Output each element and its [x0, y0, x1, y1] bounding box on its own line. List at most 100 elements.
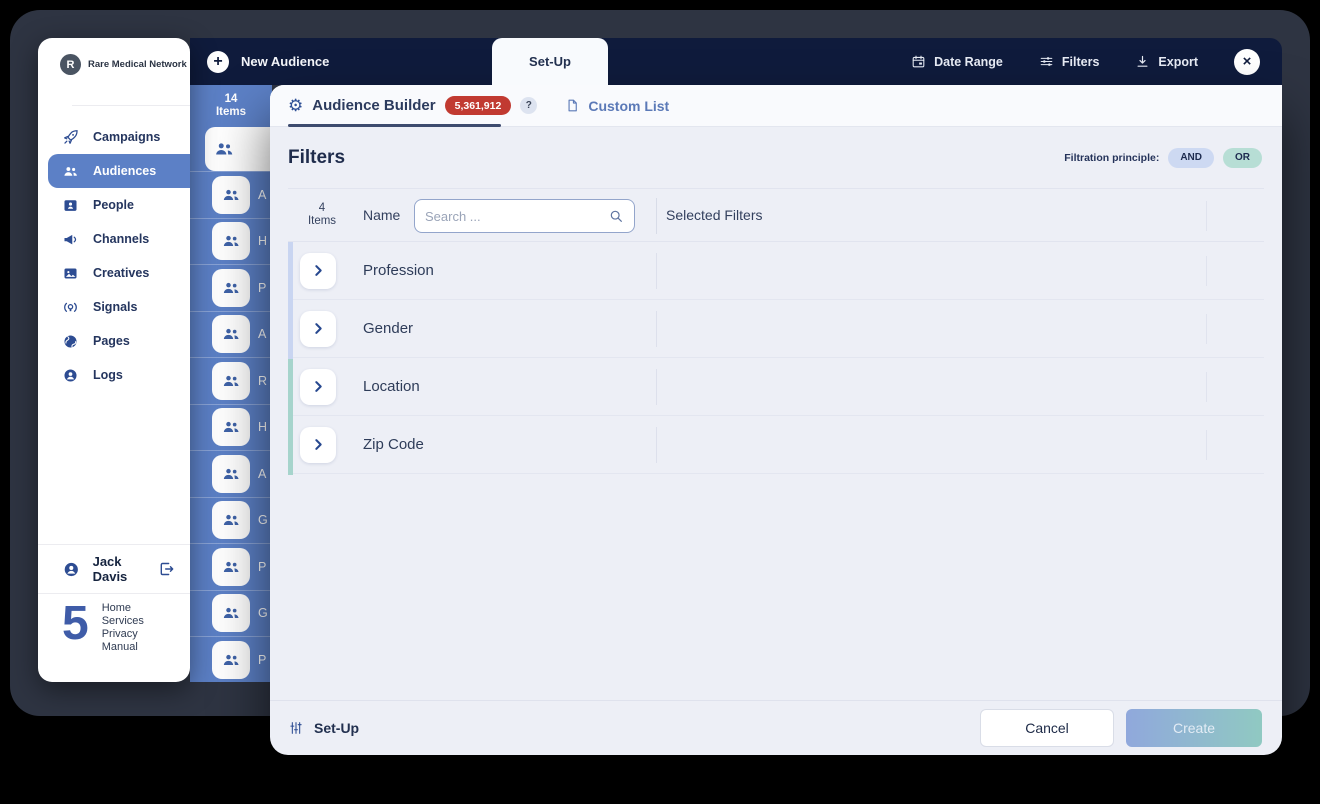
- sidebar-item-signals[interactable]: Signals: [38, 290, 190, 324]
- audience-item-tile[interactable]: [212, 269, 250, 307]
- plus-icon: +: [207, 51, 229, 73]
- filter-row-zip-code: Zip Code: [288, 416, 1264, 474]
- audience-item-label: G: [258, 513, 268, 527]
- audience-item-label: H: [258, 420, 267, 434]
- filtration-principle: Filtration principle: AND OR: [1064, 148, 1262, 168]
- sidebar-item-pages[interactable]: Pages: [38, 324, 190, 358]
- tab-custom-list[interactable]: Custom List: [565, 98, 669, 114]
- audience-list-item[interactable]: H: [190, 218, 272, 265]
- megaphone-icon: [62, 231, 79, 248]
- close-button[interactable]: ×: [1234, 49, 1260, 75]
- filter-search-box[interactable]: [414, 199, 635, 233]
- or-toggle[interactable]: OR: [1223, 148, 1262, 168]
- audience-builder-modal: ⚙ Audience Builder 5,361,912 ? Custom Li…: [270, 85, 1282, 755]
- audience-list-item[interactable]: A: [190, 311, 272, 358]
- sidebar-item-audiences[interactable]: Audiences: [48, 154, 190, 188]
- audience-item-tile[interactable]: [212, 315, 250, 353]
- audience-item-tile[interactable]: [212, 548, 250, 586]
- chevron-right-icon: [311, 321, 326, 336]
- modal-tab-bar: ⚙ Audience Builder 5,361,912 ? Custom Li…: [270, 85, 1282, 127]
- audience-count: 14 Items: [190, 85, 272, 127]
- and-toggle[interactable]: AND: [1168, 148, 1214, 168]
- document-icon: [565, 98, 580, 113]
- filters-header: Filters Filtration principle: AND OR: [270, 127, 1282, 188]
- footer-link-privacy[interactable]: Privacy: [102, 628, 144, 641]
- audience-list-item[interactable]: R: [190, 357, 272, 404]
- sidebar-item-campaigns[interactable]: Campaigns: [38, 120, 190, 154]
- footer-link-home[interactable]: Home: [102, 602, 144, 615]
- audience-item-tile[interactable]: [212, 176, 250, 214]
- filter-count: 4 Items: [288, 202, 356, 228]
- audience-item-tile[interactable]: [212, 408, 250, 446]
- audience-item-tile[interactable]: [212, 222, 250, 260]
- tab-audience-builder[interactable]: ⚙ Audience Builder 5,361,912 ?: [288, 96, 537, 115]
- help-button[interactable]: ?: [520, 97, 537, 114]
- search-input[interactable]: [425, 209, 608, 224]
- audience-item-label: H: [258, 234, 267, 248]
- audience-list-item[interactable]: H: [190, 404, 272, 451]
- audience-list-item[interactable]: A: [190, 171, 272, 218]
- audience-group-icon: [221, 417, 241, 437]
- chevron-right-icon: [311, 437, 326, 452]
- brand: R Rare Medical Network: [38, 38, 190, 75]
- and-group-strip: [288, 242, 293, 359]
- audience-item-tile[interactable]: [212, 362, 250, 400]
- audience-group-icon: [221, 650, 241, 670]
- sidebar-nav: Campaigns Audiences People Channels Crea…: [38, 120, 190, 392]
- sidebar-user-section: Jack Davis: [38, 544, 190, 594]
- footer-set-up[interactable]: Set-Up: [288, 720, 359, 736]
- audience-list-item[interactable]: A: [190, 450, 272, 497]
- export-button[interactable]: Export: [1135, 54, 1198, 69]
- filters-button[interactable]: Filters: [1039, 54, 1100, 69]
- sidebar-item-creatives[interactable]: Creatives: [38, 256, 190, 290]
- audience-group-icon: [221, 324, 241, 344]
- column-divider: [1206, 201, 1207, 231]
- or-group-strip: [288, 359, 293, 475]
- expand-location-button[interactable]: [300, 369, 336, 405]
- audience-item-label: A: [258, 467, 266, 481]
- audience-list-item[interactable]: G: [190, 497, 272, 544]
- expand-gender-button[interactable]: [300, 311, 336, 347]
- audience-item-tile[interactable]: [212, 455, 250, 493]
- audience-group-icon: [221, 185, 241, 205]
- audience-item-selected[interactable]: [205, 127, 272, 171]
- audience-item-label: A: [258, 188, 266, 202]
- selected-filters-header: Selected Filters: [666, 207, 762, 223]
- audience-item-tile[interactable]: [212, 641, 250, 679]
- audience-item-label: P: [258, 560, 266, 574]
- expand-profession-button[interactable]: [300, 253, 336, 289]
- audience-list-item[interactable]: P: [190, 543, 272, 590]
- footer-link-manual[interactable]: Manual: [102, 641, 144, 654]
- audience-group-icon: [221, 603, 241, 623]
- cancel-button[interactable]: Cancel: [980, 709, 1114, 747]
- logout-icon[interactable]: [158, 560, 176, 578]
- search-icon[interactable]: [608, 208, 624, 224]
- tab-set-up[interactable]: Set-Up: [492, 38, 608, 85]
- sidebar-item-people[interactable]: People: [38, 188, 190, 222]
- audience-item-tile[interactable]: [212, 594, 250, 632]
- filter-table-header: 4 Items Name Selected Filters: [288, 188, 1264, 242]
- globe-icon: [62, 333, 79, 350]
- date-range-button[interactable]: Date Range: [911, 54, 1003, 69]
- vertical-sliders-icon: [288, 720, 304, 736]
- audience-item-label: P: [258, 281, 266, 295]
- audience-list-item[interactable]: P: [190, 636, 272, 682]
- audience-item-list: A H P A R: [190, 171, 272, 682]
- audience-group-icon: [221, 231, 241, 251]
- footer-link-services[interactable]: Services: [102, 615, 144, 628]
- sliders-icon: [1039, 54, 1054, 69]
- modal-footer: Set-Up Cancel Create: [270, 700, 1282, 755]
- expand-zip-code-button[interactable]: [300, 427, 336, 463]
- create-button[interactable]: Create: [1126, 709, 1262, 747]
- audience-list-item[interactable]: G: [190, 590, 272, 637]
- sidebar-item-logs[interactable]: Logs: [38, 358, 190, 392]
- sidebar-item-channels[interactable]: Channels: [38, 222, 190, 256]
- audiences-icon: [62, 163, 79, 180]
- audience-list-item[interactable]: P: [190, 264, 272, 311]
- filter-row-gender: Gender: [288, 300, 1264, 358]
- close-icon: ×: [1243, 53, 1252, 70]
- audience-item-label: P: [258, 653, 266, 667]
- top-bar-actions: Date Range Filters Export ×: [911, 49, 1260, 75]
- new-audience-button[interactable]: + New Audience: [207, 51, 329, 73]
- audience-item-tile[interactable]: [212, 501, 250, 539]
